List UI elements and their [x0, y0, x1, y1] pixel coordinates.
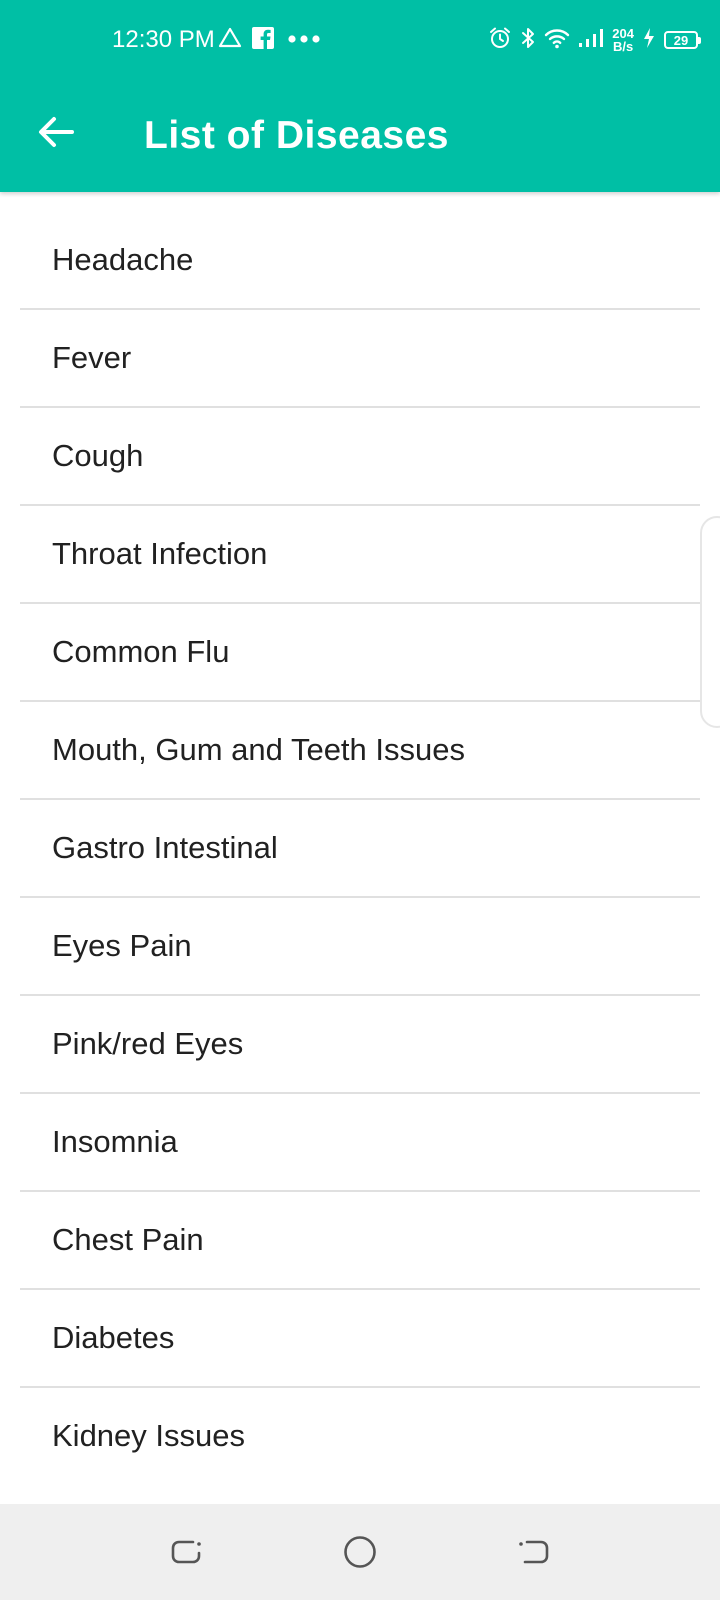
list-item-label: Cough	[52, 438, 144, 473]
list-item-label: Fever	[52, 340, 132, 375]
charging-icon	[642, 27, 656, 54]
back-button[interactable]	[26, 104, 86, 164]
list-item-label: Headache	[52, 242, 194, 277]
app-header: 12:30 PM 204 B/s 29 List of Diseases	[0, 0, 720, 192]
list-item[interactable]: Cough	[20, 408, 700, 506]
recents-icon[interactable]	[169, 1536, 203, 1573]
list-item[interactable]: Insomnia	[20, 1094, 700, 1192]
status-right-icons: 204 B/s 29	[488, 24, 701, 56]
list-item[interactable]: Chest Pain	[20, 1192, 700, 1290]
list-item-label: Throat Infection	[52, 536, 268, 571]
list-item[interactable]: Fever	[20, 310, 700, 408]
drive-icon	[218, 27, 242, 54]
bluetooth-icon	[520, 26, 536, 55]
home-button[interactable]	[340, 1534, 380, 1574]
list-item[interactable]: Pink/red Eyes	[20, 996, 700, 1094]
list-item-label: Eyes Pain	[52, 928, 192, 963]
recents-button[interactable]	[166, 1534, 206, 1574]
status-time: 12:30 PM	[112, 26, 215, 53]
toolbar: List of Diseases	[0, 80, 720, 192]
list-item-label: Mouth, Gum and Teeth Issues	[52, 732, 465, 767]
list-item-label: Kidney Issues	[52, 1418, 245, 1453]
list-item-label: Diabetes	[52, 1320, 175, 1355]
net-speed: 204 B/s	[612, 27, 634, 53]
list-item[interactable]: Kidney Issues	[20, 1388, 700, 1486]
wifi-icon	[544, 27, 570, 54]
home-icon[interactable]	[342, 1534, 378, 1575]
list-item-label: Gastro Intestinal	[52, 830, 278, 865]
arrow-back-icon[interactable]	[38, 116, 74, 153]
system-nav-bar	[0, 1504, 720, 1600]
status-bar: 12:30 PM 204 B/s 29	[0, 0, 720, 80]
page-title: List of Diseases	[144, 114, 449, 157]
battery-icon: 29	[664, 31, 701, 49]
list-item-label: Insomnia	[52, 1124, 178, 1159]
list-item-label: Chest Pain	[52, 1222, 204, 1257]
list-item-label: Common Flu	[52, 634, 230, 669]
list-item[interactable]: Common Flu	[20, 604, 700, 702]
back-nav-button[interactable]	[514, 1534, 554, 1574]
list-item[interactable]: Diabetes	[20, 1290, 700, 1388]
more-dots-icon	[284, 31, 324, 49]
facebook-icon	[252, 26, 274, 54]
edge-panel-handle[interactable]	[700, 516, 720, 728]
list-item[interactable]: Headache	[20, 212, 700, 310]
list-item[interactable]: Gastro Intestinal	[20, 800, 700, 898]
signal-icon	[578, 28, 604, 53]
status-left-icons	[218, 26, 324, 54]
battery-level: 29	[673, 32, 689, 48]
list-item-label: Pink/red Eyes	[52, 1026, 244, 1061]
list-item[interactable]: Eyes Pain	[20, 898, 700, 996]
back-icon[interactable]	[517, 1536, 551, 1573]
disease-list: Headache Fever Cough Throat Infection Co…	[0, 212, 720, 1486]
net-speed-unit: B/s	[613, 39, 634, 54]
list-item[interactable]: Throat Infection	[20, 506, 700, 604]
list-item[interactable]: Mouth, Gum and Teeth Issues	[20, 702, 700, 800]
alarm-icon	[488, 26, 512, 55]
